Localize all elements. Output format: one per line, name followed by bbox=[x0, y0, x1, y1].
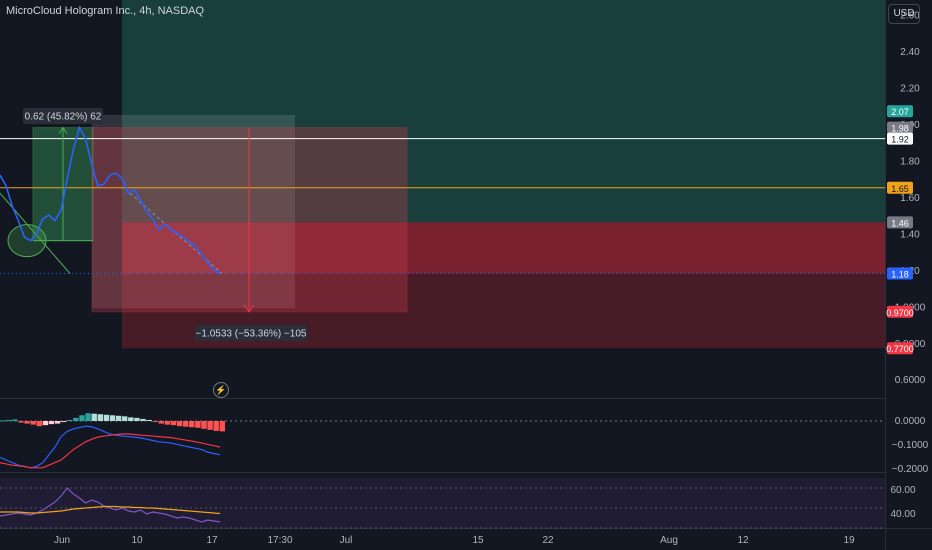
macd-histogram-bar bbox=[158, 421, 164, 424]
macd-histogram-bar bbox=[97, 414, 103, 421]
time-axis-label: Aug bbox=[660, 535, 678, 546]
price-badge-text: 0.9700 bbox=[886, 308, 914, 318]
currency-button[interactable]: USD bbox=[888, 4, 920, 24]
price-tick-label: 2.40 bbox=[900, 47, 920, 58]
macd-histogram-bar bbox=[36, 421, 42, 427]
macd-histogram-bar bbox=[134, 417, 140, 421]
macd-histogram-bar bbox=[6, 419, 12, 421]
macd-histogram-bar bbox=[140, 418, 146, 421]
macd-histogram-bar bbox=[213, 421, 219, 431]
measure-up-label-text: 0.62 (45.82%) 62 bbox=[25, 112, 102, 123]
rsi-tick-label: 60.00 bbox=[890, 485, 915, 496]
time-axis-label: 15 bbox=[472, 535, 484, 546]
macd-histogram-bar bbox=[170, 421, 177, 426]
time-axis-label: 12 bbox=[737, 535, 749, 546]
price-badge-text: 1.46 bbox=[891, 218, 909, 228]
macd-histogram-bar bbox=[85, 413, 91, 421]
rsi-pane-background bbox=[0, 478, 885, 528]
macd-histogram-bar bbox=[73, 417, 79, 421]
rsi-tick-label: 40.00 bbox=[890, 509, 915, 520]
macd-histogram-bar bbox=[54, 421, 61, 424]
signal-line bbox=[0, 433, 221, 469]
trading-chart[interactable]: 0.62 (45.82%) 62 −1.0533 (−53.36%) −105 2.… bbox=[0, 0, 932, 550]
macd-histogram-bar bbox=[30, 421, 36, 425]
macd-histogram-bar bbox=[189, 421, 195, 428]
time-axis-label: 17 bbox=[206, 535, 218, 546]
macd-histogram-bar bbox=[146, 419, 152, 421]
macd-histogram-bar bbox=[183, 421, 189, 427]
price-tick-label: 1.40 bbox=[900, 229, 920, 240]
price-tick-label: 1.80 bbox=[900, 156, 920, 167]
macd-histogram-bar bbox=[18, 421, 24, 423]
macd-histogram-bar bbox=[67, 419, 73, 421]
macd-histogram-bar bbox=[207, 421, 213, 430]
time-axis-label: 17:30 bbox=[267, 535, 292, 546]
macd-tick-label: 0.0000 bbox=[895, 416, 926, 427]
price-badge-text: 1.92 bbox=[891, 135, 909, 145]
macd-histogram-bar bbox=[91, 413, 97, 421]
macd-histogram-bar bbox=[48, 421, 55, 425]
macd-histogram-bar bbox=[79, 415, 85, 421]
lightning-icon[interactable]: ⚡ bbox=[213, 382, 229, 398]
measure-down-label: −1.0533 (−53.36%) −105 bbox=[195, 325, 307, 341]
price-tick-label: 2.20 bbox=[900, 84, 920, 95]
price-badge-text: 2.07 bbox=[891, 107, 909, 117]
macd-histogram-bar bbox=[109, 415, 116, 421]
time-axis-label: Jun bbox=[54, 535, 70, 546]
macd-histogram-bar bbox=[0, 420, 6, 422]
time-axis-label: 19 bbox=[843, 535, 855, 546]
macd-histogram-bar bbox=[42, 421, 49, 426]
price-badge-text: 0.7700 bbox=[886, 344, 914, 354]
macd-tick-label: −0.1000 bbox=[892, 440, 929, 451]
price-badge-text: 1.65 bbox=[891, 184, 909, 194]
price-badge-text: 1.98 bbox=[891, 124, 909, 134]
macd-histogram-bar bbox=[164, 421, 171, 425]
macd-histogram-bar bbox=[115, 415, 122, 421]
macd-histogram-bar bbox=[176, 421, 183, 427]
macd-histogram-bar bbox=[128, 417, 134, 421]
macd-histogram-bar bbox=[219, 421, 225, 432]
measure-down-label-text: −1.0533 (−53.36%) −105 bbox=[196, 329, 307, 340]
macd-histogram-bar bbox=[152, 421, 158, 423]
macd-histogram-bar bbox=[24, 421, 30, 424]
macd-histogram-bar bbox=[12, 419, 18, 421]
time-axis-label: 10 bbox=[131, 535, 143, 546]
measure-up-label: 0.62 (45.82%) 62 bbox=[23, 108, 103, 124]
symbol-title: MicroCloud Hologram Inc., 4h, NASDAQ bbox=[6, 5, 205, 17]
macd-histogram-bar bbox=[61, 421, 67, 423]
price-tick-label: 0.6000 bbox=[895, 375, 926, 386]
macd-histogram-bar bbox=[103, 414, 110, 421]
highlight-circle bbox=[7, 224, 47, 258]
macd-tick-label: −0.2000 bbox=[892, 464, 929, 475]
macd-histogram-bar bbox=[122, 416, 128, 421]
macd-line bbox=[0, 425, 221, 469]
macd-histogram-bar bbox=[195, 421, 201, 428]
price-badge-text: 1.18 bbox=[891, 269, 909, 279]
macd-histogram-bar bbox=[201, 421, 207, 429]
price-tick-label: 1.60 bbox=[900, 193, 920, 204]
time-axis-label: 22 bbox=[542, 535, 554, 546]
time-axis-label: Jul bbox=[340, 535, 353, 546]
